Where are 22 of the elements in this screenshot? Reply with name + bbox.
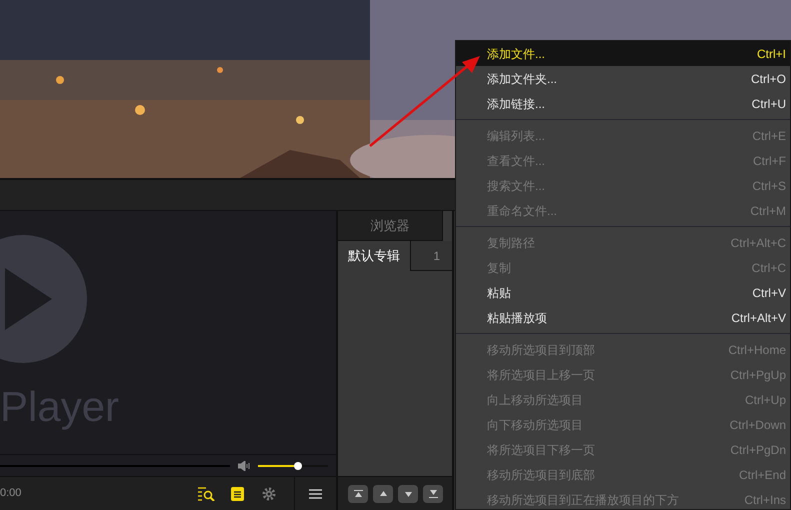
volume-slider[interactable] <box>258 460 328 470</box>
move-down-button[interactable] <box>398 484 418 502</box>
playlist-icon[interactable] <box>231 486 244 500</box>
settings-icon[interactable] <box>262 486 276 500</box>
arrow-up-icon <box>378 490 388 498</box>
time-display: 0:00 <box>0 486 22 502</box>
menu-item[interactable]: 添加链接... Ctrl+U <box>456 91 790 116</box>
browser-tab[interactable]: 浏览器 <box>338 211 443 241</box>
arrow-to-top-icon <box>354 490 362 498</box>
move-top-button[interactable] <box>348 484 368 502</box>
menu-item[interactable]: 添加文件夹... Ctrl+O <box>456 66 790 91</box>
menu-item[interactable]: 粘贴 Ctrl+V <box>456 280 790 305</box>
playlist-count: 1 <box>410 241 452 271</box>
volume-icon[interactable] <box>238 460 250 470</box>
menu-item[interactable]: 添加文件... Ctrl+I <box>456 41 790 66</box>
arrow-to-bottom-icon <box>428 490 438 498</box>
menu-icon[interactable] <box>309 488 322 498</box>
search-list-icon[interactable] <box>198 486 215 500</box>
menu-item[interactable]: 粘贴播放项 Ctrl+Alt+V <box>456 305 790 330</box>
move-bottom-button[interactable] <box>423 484 443 502</box>
arrow-down-icon <box>404 490 412 498</box>
move-up-button[interactable] <box>373 484 393 502</box>
